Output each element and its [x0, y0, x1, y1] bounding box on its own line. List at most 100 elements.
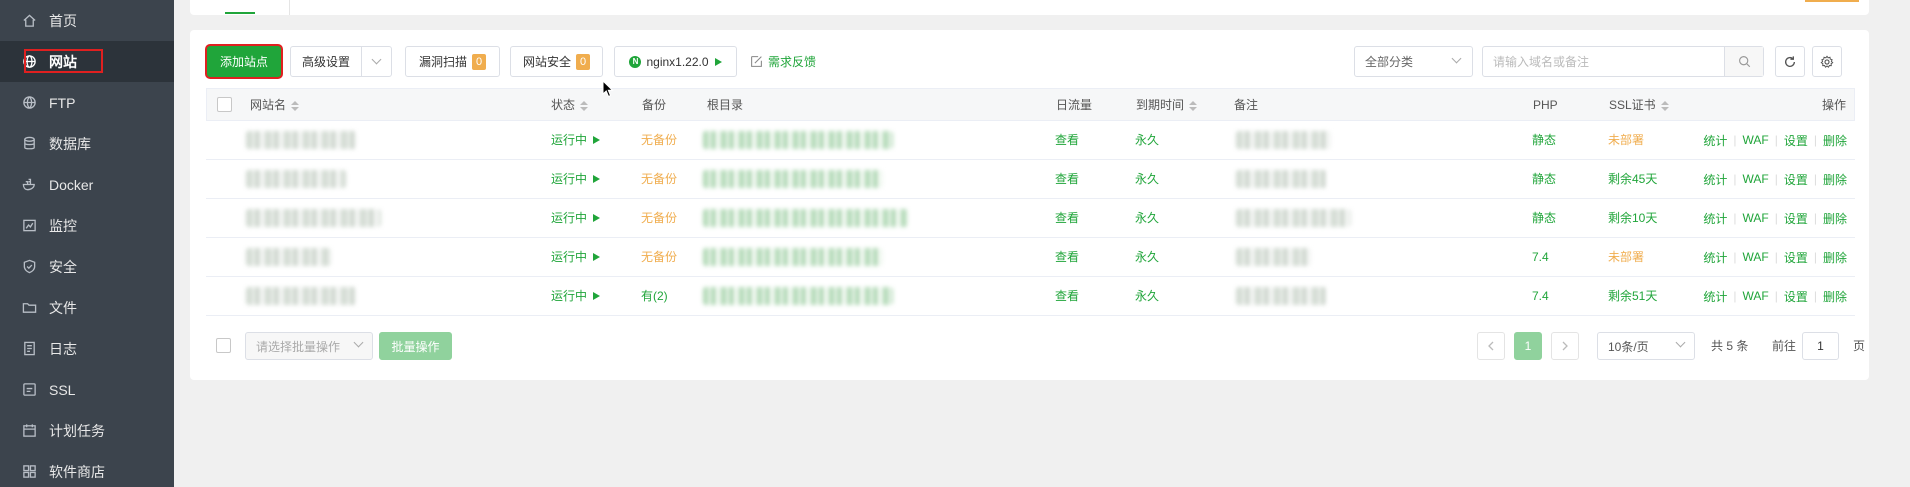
delete-link[interactable]: 删除: [1823, 249, 1847, 266]
row-checkbox[interactable]: [217, 250, 232, 265]
waf-link[interactable]: WAF: [1743, 133, 1769, 147]
root-dir-blurred[interactable]: [703, 209, 908, 227]
footer-select-all-checkbox[interactable]: [216, 338, 231, 353]
sidebar-item-docker[interactable]: Docker: [0, 164, 174, 205]
traffic-view-link[interactable]: 查看: [1055, 238, 1079, 276]
category-select[interactable]: 全部分类: [1354, 46, 1473, 77]
waf-link[interactable]: WAF: [1743, 289, 1769, 303]
root-dir-blurred[interactable]: [703, 287, 893, 305]
site-name-blurred[interactable]: [246, 248, 331, 266]
expire-value[interactable]: 永久: [1135, 121, 1159, 159]
root-dir-blurred[interactable]: [703, 248, 883, 266]
traffic-view-link[interactable]: 查看: [1055, 199, 1079, 237]
advanced-settings-button[interactable]: 高级设置: [290, 46, 362, 77]
header-name[interactable]: 网站名: [250, 89, 300, 122]
sidebar-item-cron[interactable]: 计划任务: [0, 410, 174, 451]
expire-value[interactable]: 永久: [1135, 160, 1159, 198]
sidebar-item-ftp[interactable]: FTP: [0, 82, 174, 123]
ssl-status[interactable]: 未部署: [1608, 121, 1644, 159]
advanced-settings-dropdown[interactable]: [361, 46, 392, 77]
status-running[interactable]: 运行中: [551, 277, 601, 315]
status-running[interactable]: 运行中: [551, 160, 601, 198]
refresh-button[interactable]: [1775, 46, 1805, 77]
delete-link[interactable]: 删除: [1823, 171, 1847, 188]
header-status[interactable]: 状态: [551, 89, 589, 122]
remark-blurred[interactable]: [1236, 248, 1311, 266]
sidebar-item-database[interactable]: 数据库: [0, 123, 174, 164]
batch-operation-button[interactable]: 批量操作: [379, 332, 452, 360]
traffic-view-link[interactable]: 查看: [1055, 277, 1079, 315]
status-running[interactable]: 运行中: [551, 199, 601, 237]
sidebar-item-home[interactable]: 首页: [0, 0, 174, 41]
select-all-checkbox[interactable]: [217, 97, 232, 112]
site-name-blurred[interactable]: [246, 287, 356, 305]
backup-status[interactable]: 无备份: [641, 160, 677, 198]
stats-link[interactable]: 统计: [1703, 132, 1727, 149]
status-running[interactable]: 运行中: [551, 238, 601, 276]
waf-link[interactable]: WAF: [1743, 211, 1769, 225]
root-dir-blurred[interactable]: [703, 170, 883, 188]
row-checkbox[interactable]: [217, 289, 232, 304]
waf-link[interactable]: WAF: [1743, 250, 1769, 264]
next-page-button[interactable]: [1551, 332, 1579, 360]
goto-page-input[interactable]: 1: [1802, 332, 1839, 360]
backup-status[interactable]: 无备份: [641, 199, 677, 237]
sidebar-item-ssl[interactable]: SSL: [0, 369, 174, 410]
php-version[interactable]: 静态: [1532, 160, 1556, 198]
stats-link[interactable]: 统计: [1703, 288, 1727, 305]
waf-link[interactable]: WAF: [1743, 172, 1769, 186]
backup-status[interactable]: 无备份: [641, 121, 677, 159]
search-button[interactable]: [1724, 47, 1763, 76]
sidebar-item-security[interactable]: 安全: [0, 246, 174, 287]
ssl-status[interactable]: 剩余45天: [1608, 160, 1657, 198]
site-name-blurred[interactable]: [246, 131, 356, 149]
delete-link[interactable]: 删除: [1823, 288, 1847, 305]
row-checkbox[interactable]: [217, 172, 232, 187]
page-size-select[interactable]: 10条/页: [1597, 332, 1695, 360]
sidebar-item-files[interactable]: 文件: [0, 287, 174, 328]
vuln-scan-button[interactable]: 漏洞扫描 0: [405, 46, 500, 77]
nginx-button[interactable]: N nginx1.22.0: [614, 46, 737, 77]
root-dir-blurred[interactable]: [703, 131, 893, 149]
php-version[interactable]: 静态: [1532, 121, 1556, 159]
php-version[interactable]: 7.4: [1532, 238, 1549, 276]
prev-page-button[interactable]: [1477, 332, 1505, 360]
delete-link[interactable]: 删除: [1823, 210, 1847, 227]
site-security-button[interactable]: 网站安全 0: [510, 46, 603, 77]
page-1-button[interactable]: 1: [1514, 332, 1542, 360]
traffic-view-link[interactable]: 查看: [1055, 160, 1079, 198]
settings-button[interactable]: [1812, 46, 1842, 77]
sidebar-item-website[interactable]: 网站: [0, 41, 174, 82]
ssl-status[interactable]: 剩余10天: [1608, 199, 1657, 237]
header-expire[interactable]: 到期时间: [1136, 89, 1198, 122]
sidebar-item-logs[interactable]: 日志: [0, 328, 174, 369]
row-checkbox[interactable]: [217, 133, 232, 148]
php-version[interactable]: 静态: [1532, 199, 1556, 237]
remark-blurred[interactable]: [1236, 209, 1351, 227]
sidebar-item-monitor[interactable]: 监控: [0, 205, 174, 246]
php-version[interactable]: 7.4: [1532, 277, 1549, 315]
expire-value[interactable]: 永久: [1135, 199, 1159, 237]
site-name-blurred[interactable]: [246, 170, 346, 188]
settings-link[interactable]: 设置: [1784, 210, 1808, 227]
header-ssl[interactable]: SSL证书: [1609, 89, 1669, 122]
ssl-status[interactable]: 未部署: [1608, 238, 1644, 276]
stats-link[interactable]: 统计: [1703, 210, 1727, 227]
search-input[interactable]: 请输入域名或备注: [1482, 46, 1764, 77]
remark-blurred[interactable]: [1236, 170, 1326, 188]
settings-link[interactable]: 设置: [1784, 171, 1808, 188]
batch-operation-select[interactable]: 请选择批量操作: [245, 332, 373, 360]
site-name-blurred[interactable]: [246, 209, 381, 227]
stats-link[interactable]: 统计: [1703, 171, 1727, 188]
settings-link[interactable]: 设置: [1784, 249, 1808, 266]
top-right-button-edge[interactable]: [1805, 0, 1859, 2]
ssl-status[interactable]: 剩余51天: [1608, 277, 1657, 315]
remark-blurred[interactable]: [1236, 287, 1326, 305]
remark-blurred[interactable]: [1236, 131, 1331, 149]
feedback-link[interactable]: 需求反馈: [750, 46, 816, 77]
status-running[interactable]: 运行中: [551, 121, 601, 159]
row-checkbox[interactable]: [217, 211, 232, 226]
sidebar-item-store[interactable]: 软件商店: [0, 451, 174, 487]
traffic-view-link[interactable]: 查看: [1055, 121, 1079, 159]
stats-link[interactable]: 统计: [1703, 249, 1727, 266]
